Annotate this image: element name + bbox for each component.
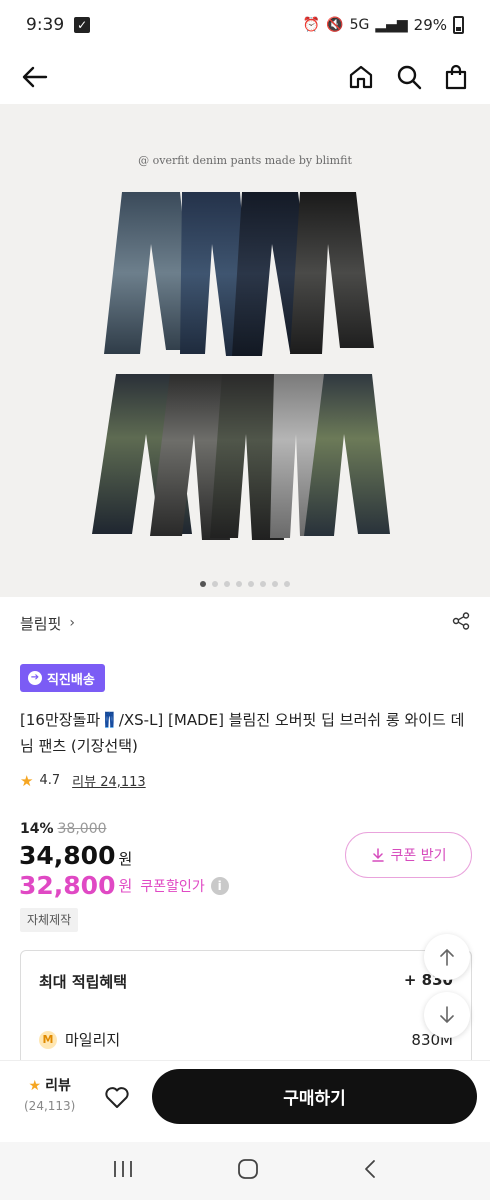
shopping-bag-icon [445,64,467,90]
brand-row: 블림핏 › [20,606,470,640]
mileage-icon: M [39,1030,57,1049]
alarm-icon: ⏰ [302,17,321,33]
status-bar: 9:39 ✓ ⏰ 🔇 5G ▂▄▆ 29% [0,0,490,50]
original-price: 38,000 [57,821,107,837]
download-icon [371,848,384,862]
arrow-up-icon [440,948,454,966]
bottom-action-bar: ★ 리뷰 (24,113) 구매하기 [0,1060,490,1142]
review-link[interactable]: 리뷰 24,113 [72,771,146,790]
product-image-carousel[interactable]: @ overfit denim pants made by blimfit [0,104,490,597]
search-button[interactable] [396,64,422,90]
carousel-dot[interactable] [272,581,278,587]
rating-row: ★ 4.7 리뷰 24,113 [20,771,146,791]
coupon-price-unit: 원 [118,877,133,895]
mileage-row: M 마일리지 830M [39,1029,453,1050]
star-icon: ★ [28,1078,42,1094]
wishlist-button[interactable] [104,1085,130,1113]
home-icon [349,65,373,89]
star-icon: ★ [20,771,34,790]
cart-button[interactable] [444,64,468,90]
carousel-dot[interactable] [236,581,242,587]
notification-check-icon: ✓ [74,17,91,33]
chevron-right-icon: › [69,615,76,631]
coupon-button-label: 쿠폰 받기 [390,848,447,864]
chevron-left-icon [365,1160,376,1178]
discount-row: 14% 38,000 [20,821,107,837]
mute-icon: 🔇 [326,17,344,33]
carousel-dot[interactable] [212,581,218,587]
mileage-label: 마일리지 [65,1031,121,1049]
recent-apps-icon [113,1161,132,1177]
carousel-dot[interactable] [284,581,290,587]
sale-price: 34,800 원 [19,841,132,870]
discount-percent: 14% [20,821,54,837]
status-time: 9:39 [26,15,65,35]
carousel-dot[interactable] [260,581,266,587]
coupon-price-value: 32,800 [19,871,116,900]
benefit-title: 최대 적립혜택 [39,973,128,991]
back-nav-button[interactable] [362,1158,378,1184]
top-navigation [0,50,490,104]
back-button[interactable] [22,57,62,97]
carousel-indicator [0,581,490,587]
home-button[interactable] [348,64,374,90]
carousel-dot[interactable] [200,581,206,587]
recent-apps-button[interactable] [112,1159,134,1183]
home-circle-icon [238,1159,258,1179]
sale-price-value: 34,800 [19,841,116,870]
buy-button[interactable]: 구매하기 [152,1069,477,1124]
coupon-price-label: 쿠폰할인가 [140,878,205,895]
share-button[interactable] [452,612,470,634]
system-navigation-bar [0,1142,490,1200]
info-icon[interactable]: i [210,876,229,895]
benefit-header: 최대 적립혜택 + 830 [39,971,453,992]
status-icons: ⏰ 🔇 5G ▂▄▆ 29% [303,16,464,34]
delivery-icon: ➔ [28,671,42,685]
home-nav-button[interactable] [237,1158,259,1184]
badge-label: 직진배송 [47,672,95,688]
review-summary-label: ★ 리뷰 [24,1075,75,1095]
arrow-left-icon [22,66,48,88]
coupon-price-row: 32,800 원 쿠폰할인가 i [19,871,229,900]
review-summary-button[interactable]: ★ 리뷰 (24,113) [24,1075,75,1113]
review-count: (24,113) [24,1099,76,1113]
direct-shipping-badge: ➔ 직진배송 [20,664,105,692]
product-title: [16만장돌파👖/XS-L] [MADE] 블림진 오버핏 딥 브러쉬 롱 와이… [20,711,465,755]
scroll-top-button[interactable] [424,934,470,980]
carousel-dot[interactable] [248,581,254,587]
price-unit: 원 [118,850,133,868]
rating-value: 4.7 [39,773,61,788]
get-coupon-button[interactable]: 쿠폰 받기 [345,832,472,878]
self-made-tag: 자체제작 [20,908,79,932]
search-icon [397,65,422,90]
jeans-product-image [92,192,390,540]
battery-icon [453,16,464,34]
scroll-bottom-button[interactable] [424,992,470,1038]
arrow-down-icon [440,1006,454,1024]
battery-percent: 29% [413,16,447,34]
brand-link[interactable]: 블림핏 [20,613,61,634]
signal-icon: ▂▄▆ [375,17,408,33]
heart-icon [105,1087,129,1108]
share-icon [452,612,470,630]
carousel-dot[interactable] [224,581,230,587]
review-label: 리뷰 [45,1078,71,1094]
network-label: 5G [349,17,370,33]
